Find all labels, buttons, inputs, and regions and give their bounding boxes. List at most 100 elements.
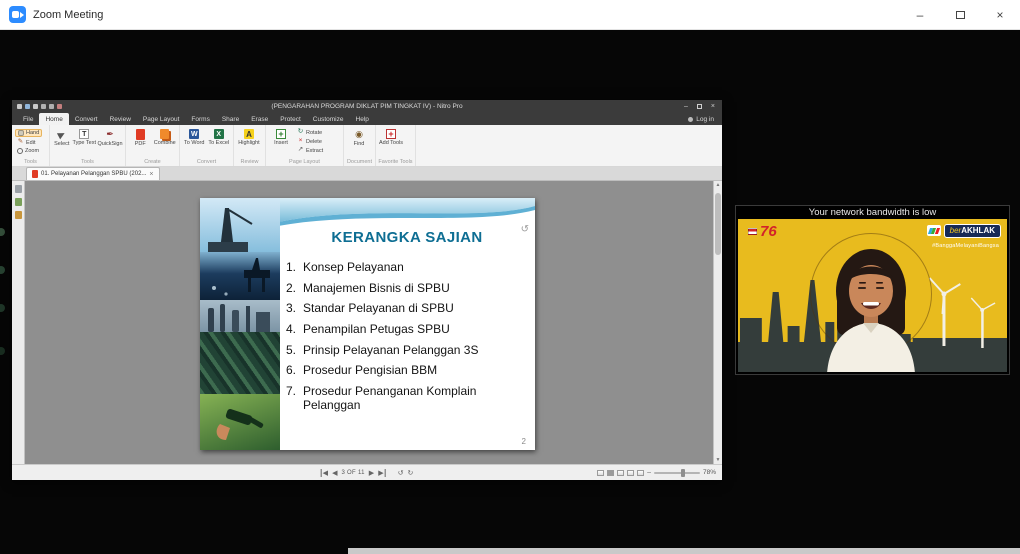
fit-width-icon[interactable] — [627, 469, 635, 476]
pdf-file-icon — [32, 170, 38, 178]
last-page-button[interactable]: ▶ — [378, 468, 386, 477]
tab-forms[interactable]: Forms — [185, 113, 215, 125]
qat-extra-icon[interactable] — [57, 104, 62, 109]
pen-nib-icon: ✒ — [106, 129, 114, 139]
scrollbar-thumb[interactable] — [715, 193, 721, 255]
fit-page-icon[interactable] — [637, 469, 645, 476]
list-item: 4. Penampilan Petugas SPBU — [286, 321, 450, 336]
quick-access-toolbar[interactable] — [17, 104, 62, 109]
nitro-restore-button[interactable] — [696, 104, 702, 109]
document-tab[interactable]: 01. Pelayanan Pelanggan SPBU (202... × — [26, 167, 160, 180]
nitro-titlebar: (PENGARAHAN PROGRAM DIKLAT PIM TINGKAT I… — [12, 100, 722, 113]
insert-button[interactable]: + Insert — [269, 127, 293, 158]
print-icon[interactable] — [33, 104, 38, 109]
previous-page-button[interactable]: ◀ — [332, 469, 337, 477]
group-label: Page Layout — [289, 159, 320, 165]
ribbon-group-review: A Highlight Review — [234, 125, 266, 166]
nitro-close-button[interactable]: × — [711, 103, 715, 110]
zoom-slider-thumb[interactable] — [680, 468, 685, 477]
delete-button[interactable]: × Delete — [295, 138, 325, 145]
zoom-slider[interactable] — [653, 468, 700, 477]
find-button[interactable]: ◉ Find — [347, 127, 371, 158]
photo-pipelines — [200, 332, 280, 394]
list-item: 3. Standar Pelayanan di SPBU — [286, 301, 454, 316]
comments-panel-icon[interactable] — [14, 211, 22, 219]
nitro-minimize-button[interactable]: – — [684, 103, 688, 110]
pages-panel-icon[interactable] — [14, 185, 22, 193]
slide-photo-column — [200, 198, 280, 450]
participant-woman — [827, 249, 915, 372]
rotate-view-ccw-button[interactable]: ↺ — [398, 469, 404, 477]
rotate-view-cw-button[interactable]: ↻ — [407, 469, 413, 477]
first-page-button[interactable]: ◀ — [320, 468, 328, 477]
user-icon — [688, 116, 694, 122]
berakhlak-hashtag: #BanggaMelayaniBangsa — [932, 243, 999, 249]
slide-refresh-icon: ↺ — [520, 224, 529, 235]
nitro-pro-window: (PENGARAHAN PROGRAM DIKLAT PIM TINGKAT I… — [12, 100, 722, 480]
minimize-button[interactable]: – — [900, 0, 940, 29]
list-item: 5. Prinsip Pelayanan Pelanggan 3S — [286, 342, 479, 357]
page-indicator: 3 OF 11 — [341, 469, 365, 476]
quicksign-button[interactable]: ✒ QuickSign — [97, 127, 122, 158]
tab-help[interactable]: Help — [350, 113, 375, 125]
combine-button[interactable]: Combine — [154, 127, 177, 158]
ribbon-group-tools-1: Hand ✎ Edit Zoom Tools — [12, 125, 50, 166]
continuous-view-icon[interactable] — [607, 469, 615, 476]
save-icon[interactable] — [25, 104, 30, 109]
photo-fuel-nozzle — [200, 394, 280, 450]
ribbon-group-convert: W To Word X To Excel Convert — [180, 125, 234, 166]
next-page-button[interactable]: ▶ — [369, 469, 374, 477]
participant-video-tile[interactable]: Your network bandwidth is low 76 berAKHL… — [735, 205, 1010, 375]
tab-file[interactable]: File — [17, 113, 39, 125]
bookmarks-panel-icon[interactable] — [14, 198, 22, 206]
zoom-out-icon[interactable]: – — [647, 469, 651, 476]
undo-icon[interactable] — [41, 104, 46, 109]
delete-icon: × — [298, 137, 303, 145]
tab-review[interactable]: Review — [104, 113, 137, 125]
facing-view-icon[interactable] — [617, 469, 625, 476]
zoom-tool-button[interactable]: Zoom — [15, 148, 42, 154]
tab-customize[interactable]: Customize — [307, 113, 350, 125]
bandwidth-warning: Your network bandwidth is low — [736, 206, 1009, 219]
hand-tool-button[interactable]: Hand — [15, 129, 43, 137]
nitro-statusbar: ◀ ◀ 3 OF 11 ▶ ▶ ↺ ↻ – 78% — [12, 464, 722, 480]
highlight-icon: A — [244, 129, 254, 139]
vertical-scrollbar[interactable]: ▲ ▼ — [713, 181, 722, 464]
open-icon[interactable] — [17, 104, 22, 109]
scroll-down-icon[interactable]: ▼ — [714, 457, 722, 463]
tab-page-layout[interactable]: Page Layout — [137, 113, 186, 125]
group-label: Convert — [196, 159, 217, 165]
tab-erase[interactable]: Erase — [245, 113, 274, 125]
rotate-icon: ↻ — [297, 128, 304, 136]
redo-icon[interactable] — [49, 104, 54, 109]
to-excel-button[interactable]: X To Excel — [208, 127, 231, 158]
close-tab-icon[interactable]: × — [149, 171, 153, 178]
scroll-up-icon[interactable]: ▲ — [714, 182, 722, 188]
login-button[interactable]: Log in — [688, 113, 714, 125]
maximize-button[interactable] — [940, 0, 980, 29]
rotate-button[interactable]: ↻ Rotate — [295, 129, 325, 136]
pdf-button[interactable]: PDF — [129, 127, 152, 158]
highlight-button[interactable]: A Highlight — [237, 127, 261, 158]
tab-share[interactable]: Share — [216, 113, 245, 125]
magnifier-icon — [17, 148, 23, 154]
find-icon: ◉ — [355, 129, 363, 139]
hand-icon — [18, 130, 24, 136]
add-tools-button[interactable]: + Add Tools — [379, 127, 403, 158]
select-button[interactable]: ▶ Select — [53, 127, 71, 158]
ribbon-group-tools-2: ▶ Select T Type Text ✒ QuickSign Tools — [50, 125, 126, 166]
single-page-view-icon[interactable] — [597, 469, 605, 476]
taskbar-edge — [348, 548, 1020, 554]
edit-button[interactable]: ✎ Edit — [15, 139, 42, 146]
to-word-button[interactable]: W To Word — [183, 127, 206, 158]
ribbon-group-document: ◉ Find Document — [344, 125, 376, 166]
tab-convert[interactable]: Convert — [69, 113, 104, 125]
extract-button[interactable]: ↗ Extract — [295, 147, 325, 154]
document-tab-bar: 01. Pelayanan Pelanggan SPBU (202... × — [12, 167, 722, 181]
berakhlak-badge: berAKHLAK — [926, 224, 1001, 238]
type-text-button[interactable]: T Type Text — [73, 127, 96, 158]
close-button[interactable]: × — [980, 0, 1020, 29]
list-item: 1. Konsep Pelayanan — [286, 260, 404, 274]
tab-protect[interactable]: Protect — [274, 113, 307, 125]
tab-home[interactable]: Home — [39, 113, 69, 125]
